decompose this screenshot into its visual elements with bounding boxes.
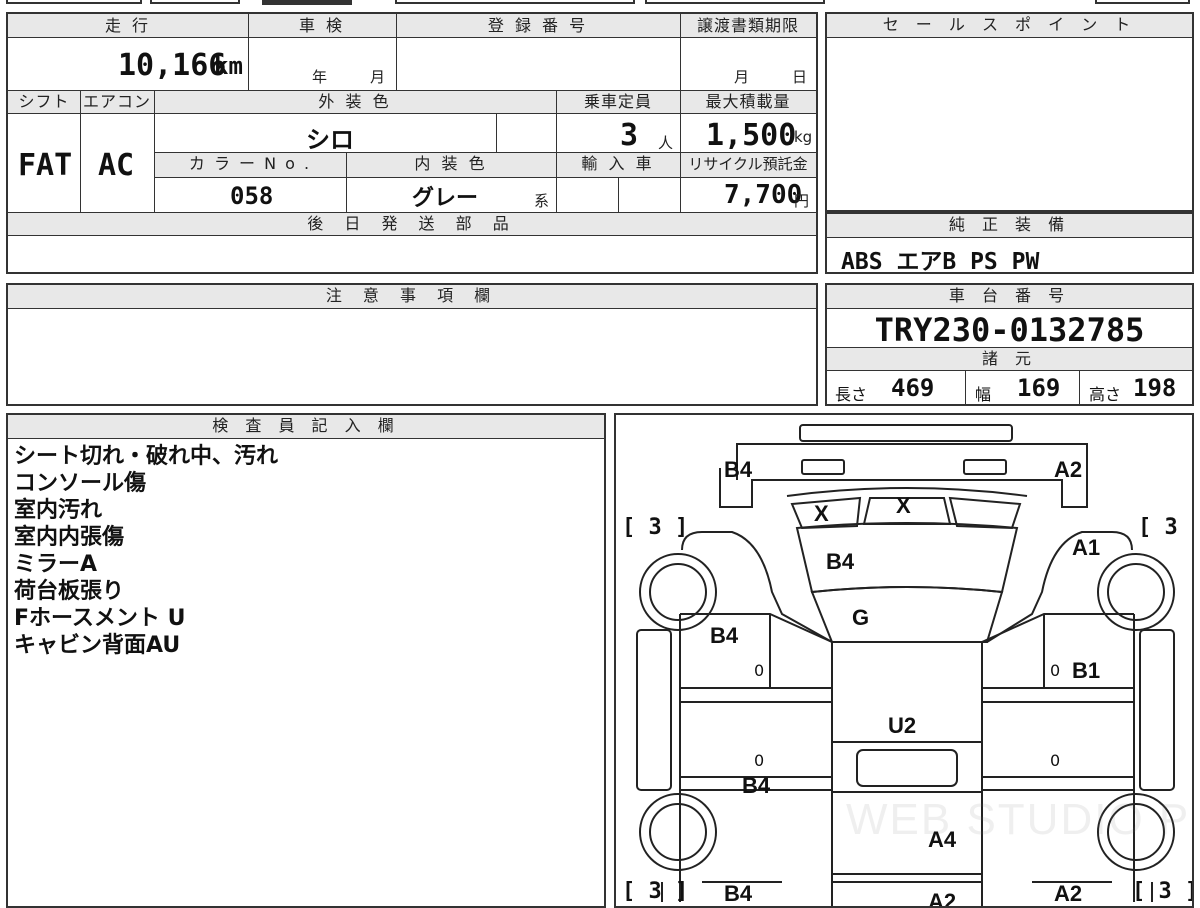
damage-zero-1: 0 xyxy=(754,661,765,680)
width-value: 169 xyxy=(1017,374,1061,402)
specs-label: 諸 元 xyxy=(981,349,1038,368)
damage-mark-windshield-right: X xyxy=(896,493,911,518)
sales-point-label: セ ー ル ス ポ イ ン ト xyxy=(827,14,1192,38)
exterior-color-label: 外 装 色 xyxy=(318,92,392,111)
watermark: WEB STUDIO PRO xyxy=(846,795,1192,844)
capacity-unit: 人 xyxy=(658,134,674,152)
inspection-month-unit: 月 xyxy=(370,68,386,86)
inspector-note: シート切れ・破れ中、汚れ xyxy=(14,444,279,469)
damage-bracket-front-left: [ 3 ] xyxy=(622,515,689,540)
inspector-note: ミラーA xyxy=(14,552,98,577)
damage-mark-cab-back: U2 xyxy=(888,713,917,738)
damage-mark-rear-left: B4 xyxy=(724,881,753,906)
inspector-note: 室内内張傷 xyxy=(14,525,125,550)
damage-zero-2: 0 xyxy=(1050,661,1061,680)
damage-bracket-rear-left: [ 3 ] xyxy=(622,879,689,904)
capacity-label: 乗車定員 xyxy=(583,92,652,111)
inspector-note: コンソール傷 xyxy=(14,471,147,496)
inspection-year-unit: 年 xyxy=(312,68,328,86)
damage-mark-bed-center: A4 xyxy=(928,827,957,852)
ac-label: エアコン xyxy=(82,92,151,111)
genuine-equipment-label: 純 正 装 備 xyxy=(827,214,1192,238)
mileage-label: 走 行 xyxy=(104,16,152,35)
inspector-note: 荷台板張り xyxy=(14,579,125,604)
color-no-value: 058 xyxy=(230,182,274,210)
genuine-equipment-box: 純 正 装 備 ABS エアB PS PW xyxy=(825,212,1194,275)
color-no-label: カ ラ ー N o . xyxy=(188,154,312,173)
max-load-value: 1,500 xyxy=(706,118,797,153)
damage-bracket-rear-right: [ 3 ] xyxy=(1132,879,1194,904)
transfer-month-unit: 月 xyxy=(734,68,750,86)
chassis-label: 車 台 番 号 xyxy=(827,285,1192,309)
top-strip xyxy=(0,0,1200,6)
inspector-note: 室内汚れ xyxy=(14,498,103,523)
width-label: 幅 xyxy=(975,385,992,404)
sales-point-box: セ ー ル ス ポ イ ン ト xyxy=(825,12,1194,212)
exterior-color-value: シロ xyxy=(306,126,354,154)
inspector-note: キャビン背面AU xyxy=(14,633,181,658)
registration-label: 登 録 番 号 xyxy=(487,16,589,35)
damage-mark-door-right: B1 xyxy=(1072,658,1101,683)
chassis-number: TRY230-0132785 xyxy=(874,311,1145,349)
interior-color-suffix: 系 xyxy=(534,192,550,210)
damage-mark-rear-center: A2 xyxy=(928,889,957,908)
interior-color-label: 内 装 色 xyxy=(414,154,488,173)
ac-value: AC xyxy=(98,148,135,183)
damage-mark-grille: G xyxy=(852,605,870,630)
damage-mark-door-left: B4 xyxy=(710,623,739,648)
vehicle-info-table: 走 行 車 検 登 録 番 号 譲渡書類期限 10,166 km 年 月 月 日… xyxy=(6,12,818,274)
damage-mark-rear-right: A2 xyxy=(1054,881,1083,906)
length-value: 469 xyxy=(891,374,935,402)
shift-value: FAT xyxy=(18,148,73,183)
inspector-label: 検 査 員 記 入 欄 xyxy=(8,415,604,439)
later-parts-label: 後 日 発 送 部 品 xyxy=(307,214,517,233)
vehicle-diagram: WEB STUDIO PRO B4 A2 X X [ 3 ] [ 3 ] A1 … xyxy=(614,413,1194,908)
genuine-equipment-value: ABS エアB PS PW xyxy=(841,249,1040,275)
damage-mark-windshield-left: X xyxy=(814,501,829,526)
damage-mark-front-right: A2 xyxy=(1054,457,1083,482)
damage-mark-fender-right: A1 xyxy=(1072,535,1101,560)
notes-box: 注 意 事 項 欄 xyxy=(6,283,818,406)
damage-zero-3: 0 xyxy=(754,751,765,770)
notes-label: 注 意 事 項 欄 xyxy=(8,285,816,309)
mileage-value: 10,166 xyxy=(118,48,227,83)
max-load-label: 最大積載量 xyxy=(705,92,791,111)
transfer-deadline-label: 譲渡書類期限 xyxy=(696,16,799,35)
inspection-label: 車 検 xyxy=(298,16,346,35)
height-label: 高さ xyxy=(1089,385,1122,404)
chassis-box: 車 台 番 号 TRY230-0132785 諸 元 長さ 469 幅 169 … xyxy=(825,283,1194,406)
damage-mark-bed-left: B4 xyxy=(742,773,771,798)
damage-mark-front-left: B4 xyxy=(724,457,753,482)
inspector-note: Fホースメント U xyxy=(14,606,186,631)
inspector-notes: シート切れ・破れ中、汚れ コンソール傷 室内汚れ 室内内張傷 ミラーA 荷台板張… xyxy=(14,443,278,659)
transfer-day-unit: 日 xyxy=(792,68,808,86)
mileage-unit: km xyxy=(214,52,243,80)
damage-zero-4: 0 xyxy=(1050,751,1061,770)
recycle-unit: 円 xyxy=(794,192,810,210)
import-label: 輸 入 車 xyxy=(581,154,655,173)
recycle-label: リサイクル預託金 xyxy=(688,155,808,173)
damage-bracket-front-right: [ 3 ] xyxy=(1138,515,1192,540)
height-value: 198 xyxy=(1133,374,1177,402)
capacity-value: 3 xyxy=(620,118,639,153)
inspector-box: 検 査 員 記 入 欄 シート切れ・破れ中、汚れ コンソール傷 室内汚れ 室内内… xyxy=(6,413,606,908)
length-label: 長さ xyxy=(835,385,868,404)
shift-label: シフト xyxy=(18,92,70,111)
interior-color-value: グレー xyxy=(412,186,479,211)
damage-mark-hood: B4 xyxy=(826,549,855,574)
max-load-unit: kg xyxy=(794,128,813,146)
recycle-value: 7,700 xyxy=(724,180,803,210)
